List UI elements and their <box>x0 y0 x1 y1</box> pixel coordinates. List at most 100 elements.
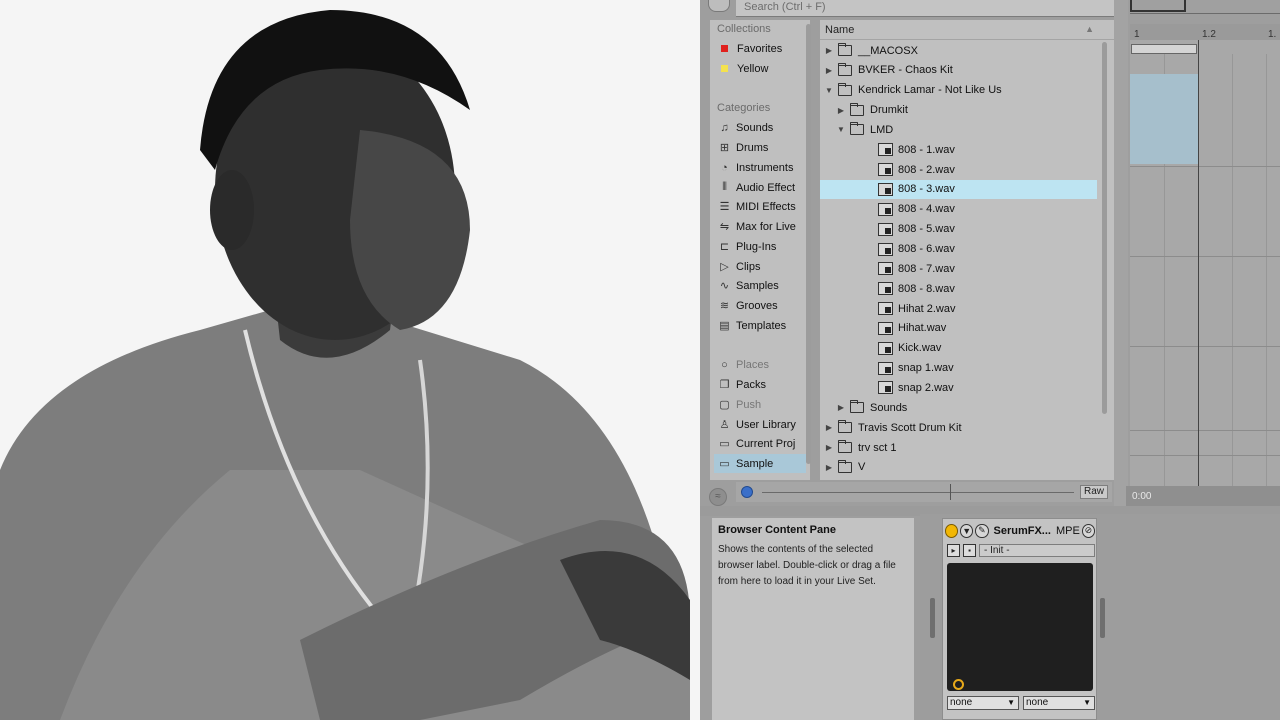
sidebar-item-yellow[interactable]: Yellow <box>714 59 806 78</box>
name-column-header[interactable]: Name ▲ <box>820 20 1114 40</box>
expand-triangle-icon[interactable]: ▶ <box>824 463 834 472</box>
content-scrollbar[interactable] <box>1102 42 1107 414</box>
sidebar-item-samples[interactable]: ∿ Samples <box>714 276 806 295</box>
folder-row[interactable]: ▼ Kendrick Lamar - Not Like Us <box>820 81 1097 100</box>
file-row[interactable]: 808 - 7.wav <box>820 259 1097 278</box>
track-separator <box>1130 455 1280 456</box>
row-label: 808 - 7.wav <box>898 262 955 275</box>
sidebar-item-current-project[interactable]: ▭ Current Proj <box>714 434 806 453</box>
folder-icon <box>838 62 852 76</box>
sidebar-item-user-library[interactable]: ♙ User Library <box>714 415 806 434</box>
folder-row[interactable]: ▶ Drumkit <box>820 101 1097 120</box>
file-row[interactable]: snap 2.wav <box>820 378 1097 397</box>
row-label: 808 - 5.wav <box>898 223 955 236</box>
preset-name-field[interactable]: - Init - <box>979 544 1095 557</box>
collapse-triangle-icon[interactable]: ▼ <box>824 86 834 95</box>
sidebar-item-label: Packs <box>736 378 766 391</box>
sidebar-item-instruments[interactable]: ◔ Instruments <box>714 158 806 177</box>
sidebar-item-midi-effects[interactable]: ☰ MIDI Effects <box>714 197 806 216</box>
folder-row[interactable]: ▶ __MACOSX <box>820 41 1097 60</box>
file-row[interactable]: 808 - 2.wav <box>820 160 1097 179</box>
device-power-button[interactable] <box>945 523 959 538</box>
sidebar-item-sounds[interactable]: ♫ Sounds <box>714 118 806 137</box>
folder-row[interactable]: ▶ Sounds <box>820 398 1097 417</box>
expand-triangle-icon[interactable]: ▶ <box>824 443 834 452</box>
sidebar-item-sample[interactable]: ▭ Sample <box>714 454 806 473</box>
info-body: Shows the contents of the selected brows… <box>718 544 896 587</box>
hotswap-icon[interactable]: ≈ <box>709 488 727 506</box>
user-library-icon: ♙ <box>719 419 730 431</box>
sidebar-item-max-for-live[interactable]: ⇋ Max for Live <box>714 217 806 236</box>
sidebar-item-push[interactable]: ▢ Push <box>714 395 806 414</box>
expand-triangle-icon[interactable]: ▶ <box>824 423 834 432</box>
expand-triangle-icon[interactable]: ▶ <box>824 66 834 75</box>
sidebar-item-plug-ins[interactable]: ⊏ Plug-Ins <box>714 237 806 256</box>
sidebar-item-label: Sounds <box>736 121 774 134</box>
preview-position-marker <box>950 484 951 500</box>
file-row[interactable]: Kick.wav <box>820 339 1097 358</box>
clip-region[interactable] <box>1130 74 1198 164</box>
audio-file-icon <box>878 302 893 316</box>
file-row[interactable]: 808 - 5.wav <box>820 220 1097 239</box>
folder-icon <box>838 43 852 56</box>
device-save-icon[interactable]: ▪ <box>963 544 976 557</box>
drum-grid-icon: ⊞ <box>719 142 730 154</box>
folder-row[interactable]: ▶ Travis Scott Drum Kit <box>820 418 1097 437</box>
sidebar-item-label: Plug-Ins <box>736 240 777 253</box>
folder-row[interactable]: ▶ BVKER - Chaos Kit <box>820 61 1097 80</box>
device-chain-handle-left[interactable] <box>930 598 935 638</box>
row-label: Sounds <box>870 401 908 414</box>
file-row[interactable]: 808 - 8.wav <box>820 279 1097 298</box>
pane-divider-vertical[interactable] <box>1114 0 1128 506</box>
search-input[interactable]: Search (Ctrl + F) <box>736 0 1114 17</box>
left-chooser-select[interactable]: none ▼ <box>947 696 1019 710</box>
device-open-icon[interactable]: ▸ <box>947 544 960 557</box>
sidebar-item-audio-effect[interactable]: ⫴ Audio Effect <box>714 178 806 197</box>
file-row[interactable]: Hihat.wav <box>820 319 1097 338</box>
device-title: SerumFX... <box>993 524 1051 537</box>
device-display[interactable] <box>947 563 1093 691</box>
audio-file-icon <box>878 222 893 236</box>
sidebar-item-drums[interactable]: ⊞ Drums <box>714 138 806 157</box>
mpe-label: MPE <box>1055 524 1080 537</box>
device-wrench-icon[interactable]: ✎ <box>975 523 989 538</box>
row-label: 808 - 4.wav <box>898 203 955 216</box>
file-row[interactable]: 808 - 1.wav <box>820 140 1097 159</box>
row-label: __MACOSX <box>858 44 918 57</box>
ruler-label: 1. <box>1268 29 1277 40</box>
file-row[interactable]: 808 - 4.wav <box>820 200 1097 219</box>
audio-file-icon <box>878 381 893 395</box>
file-row[interactable]: snap 1.wav <box>820 359 1097 378</box>
sidebar-item-label: Sample <box>736 457 774 470</box>
collapse-triangle-icon[interactable]: ▼ <box>836 125 846 134</box>
name-column-label: Name <box>825 24 855 36</box>
right-chooser-select[interactable]: none ▼ <box>1023 696 1095 710</box>
browser-toggle-button[interactable] <box>708 0 730 12</box>
expand-triangle-icon[interactable]: ▶ <box>836 403 846 412</box>
preview-play-button[interactable] <box>741 486 753 498</box>
loop-brace[interactable] <box>1131 44 1197 54</box>
device-knob[interactable] <box>953 679 964 690</box>
overview-viewport[interactable] <box>1130 0 1186 12</box>
device-settings-icon[interactable]: ⊘ <box>1081 523 1095 538</box>
folder-row[interactable]: ▶ trv sct 1 <box>820 438 1097 457</box>
expand-triangle-icon[interactable]: ▶ <box>836 106 846 115</box>
places-title-label: Places <box>736 358 770 371</box>
sidebar-item-templates[interactable]: ▤ Templates <box>714 316 806 335</box>
device-fold-icon[interactable]: ▼ <box>960 523 974 538</box>
raw-button[interactable]: Raw <box>1080 485 1108 499</box>
file-row[interactable]: 808 - 6.wav <box>820 240 1097 259</box>
instrument-clock-icon: ◔ <box>721 161 728 174</box>
sidebar-scrollbar[interactable] <box>806 24 811 464</box>
folder-row[interactable]: ▶ V <box>820 458 1097 477</box>
sidebar-item-favorites[interactable]: Favorites <box>714 39 806 58</box>
sidebar-item-clips[interactable]: ▷ Clips <box>714 257 806 276</box>
file-row[interactable]: 808 - 3.wav <box>820 179 1097 199</box>
file-row[interactable]: Hihat 2.wav <box>820 299 1097 318</box>
expand-triangle-icon[interactable]: ▶ <box>824 46 834 55</box>
sidebar-item-grooves[interactable]: ≋ Grooves <box>714 296 806 315</box>
sidebar-item-packs[interactable]: ❐ Packs <box>714 375 806 394</box>
preview-waveform-line[interactable] <box>762 492 1074 493</box>
device-chain-handle-right[interactable] <box>1100 598 1105 638</box>
folder-row[interactable]: ▼ LMD <box>820 120 1097 139</box>
